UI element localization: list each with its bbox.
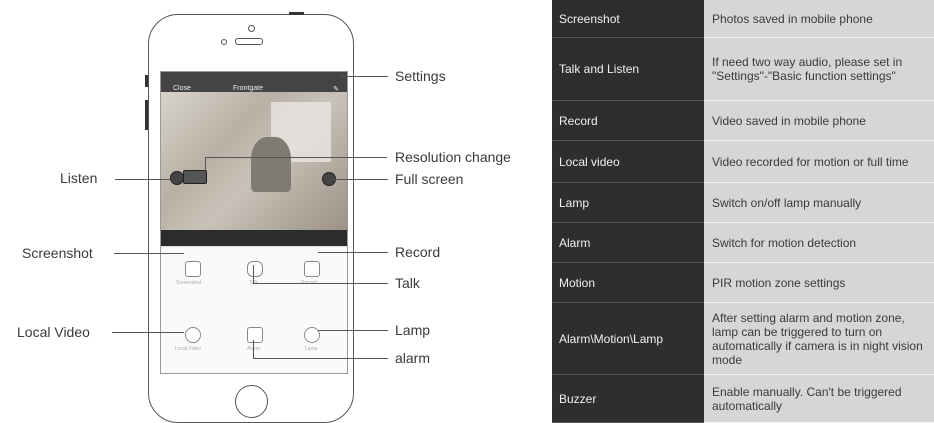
- talk-callout: Talk: [395, 275, 420, 291]
- feature-cell: Buzzer: [552, 375, 704, 423]
- lamp-callout: Lamp: [395, 322, 431, 338]
- settings-callout: Settings: [395, 68, 446, 84]
- resolution-button[interactable]: [183, 170, 207, 184]
- lamp-callout-line: [318, 330, 388, 331]
- description-cell: Photos saved in mobile phone: [704, 0, 934, 38]
- feature-cell: Record: [552, 101, 704, 141]
- table-row: Talk and Listen If need two way audio, p…: [552, 38, 934, 101]
- feature-cell: Lamp: [552, 183, 704, 223]
- alarm-callout-drop: [253, 340, 254, 358]
- table-row: Motion PIR motion zone settings: [552, 263, 934, 303]
- volume-button: [145, 75, 148, 87]
- resolution-callout-drop: [205, 157, 206, 170]
- alarm-callout: alarm: [395, 350, 431, 366]
- feature-cell: Talk and Listen: [552, 38, 704, 101]
- description-cell: Enable manually. Can't be triggered auto…: [704, 375, 934, 423]
- home-button[interactable]: [235, 385, 268, 418]
- table-row: Local video Video recorded for motion or…: [552, 141, 934, 183]
- alarm-callout-line: [253, 358, 388, 359]
- table-row: Alarm\Motion\Lamp After setting alarm an…: [552, 303, 934, 375]
- feature-cell: Alarm: [552, 223, 704, 263]
- close-link[interactable]: Close: [173, 85, 191, 92]
- feature-cell: Local video: [552, 141, 704, 183]
- camera-title: Frontgate: [233, 85, 263, 92]
- screenshot-label: Screenshot: [176, 280, 202, 286]
- table-row: Screenshot Photos saved in mobile phone: [552, 0, 934, 38]
- listen-callout-line: [115, 179, 170, 180]
- description-cell: PIR motion zone settings: [704, 263, 934, 303]
- listen-icon[interactable]: [170, 171, 184, 185]
- talk-callout-line: [253, 283, 388, 284]
- front-camera: [248, 25, 255, 32]
- description-cell: If need two way audio, please set in "Se…: [704, 38, 934, 101]
- talk-button[interactable]: [247, 261, 263, 277]
- description-cell: Switch on/off lamp manually: [704, 183, 934, 223]
- alarm-button[interactable]: [247, 327, 263, 343]
- resolution-callout-line: [205, 157, 387, 158]
- screenshot-callout-line: [114, 253, 184, 254]
- description-cell: Switch for motion detection: [704, 223, 934, 263]
- volume-button: [145, 100, 148, 130]
- full-screen-callout-line: [334, 179, 388, 180]
- feature-cell: Motion: [552, 263, 704, 303]
- screenshot-button[interactable]: [185, 261, 201, 277]
- record-callout: Record: [395, 244, 441, 260]
- feature-table: Screenshot Photos saved in mobile phone …: [552, 0, 934, 423]
- table-row: Record Video saved in mobile phone: [552, 101, 934, 141]
- table-row: Alarm Switch for motion detection: [552, 223, 934, 263]
- lamp-label: Lamp: [305, 346, 318, 352]
- resolution-change-callout: Resolution change: [395, 149, 511, 165]
- video-toolbar: [161, 230, 347, 246]
- record-button[interactable]: [304, 261, 320, 277]
- talk-callout-drop: [253, 265, 254, 283]
- local-video-callout-line: [112, 332, 184, 333]
- description-cell: Video recorded for motion or full time: [704, 141, 934, 183]
- phone-screen: Close Frontgate ✎ Screenshot Talk Record…: [160, 71, 348, 374]
- record-callout-line: [318, 252, 388, 253]
- video-feed: [161, 92, 347, 230]
- feature-cell: Screenshot: [552, 0, 704, 38]
- control-panel: Screenshot Talk Record Local Video Alarm…: [161, 246, 347, 373]
- local-video-button[interactable]: [185, 327, 201, 343]
- description-cell: Video saved in mobile phone: [704, 101, 934, 141]
- video-person: [251, 137, 291, 192]
- table-row: Buzzer Enable manually. Can't be trigger…: [552, 375, 934, 423]
- side-button: [289, 12, 304, 15]
- sensor-dot: [221, 39, 227, 45]
- local-video-label: Local Video: [175, 346, 202, 352]
- feature-cell: Alarm\Motion\Lamp: [552, 303, 704, 375]
- settings-callout-line: [340, 76, 388, 77]
- table-row: Lamp Switch on/off lamp manually: [552, 183, 934, 223]
- description-cell: After setting alarm and motion zone, lam…: [704, 303, 934, 375]
- screenshot-callout: Screenshot: [22, 245, 93, 261]
- full-screen-callout: Full screen: [395, 171, 464, 187]
- listen-callout: Listen: [60, 170, 98, 186]
- speaker-slot: [235, 38, 263, 45]
- local-video-callout: Local Video: [17, 324, 90, 340]
